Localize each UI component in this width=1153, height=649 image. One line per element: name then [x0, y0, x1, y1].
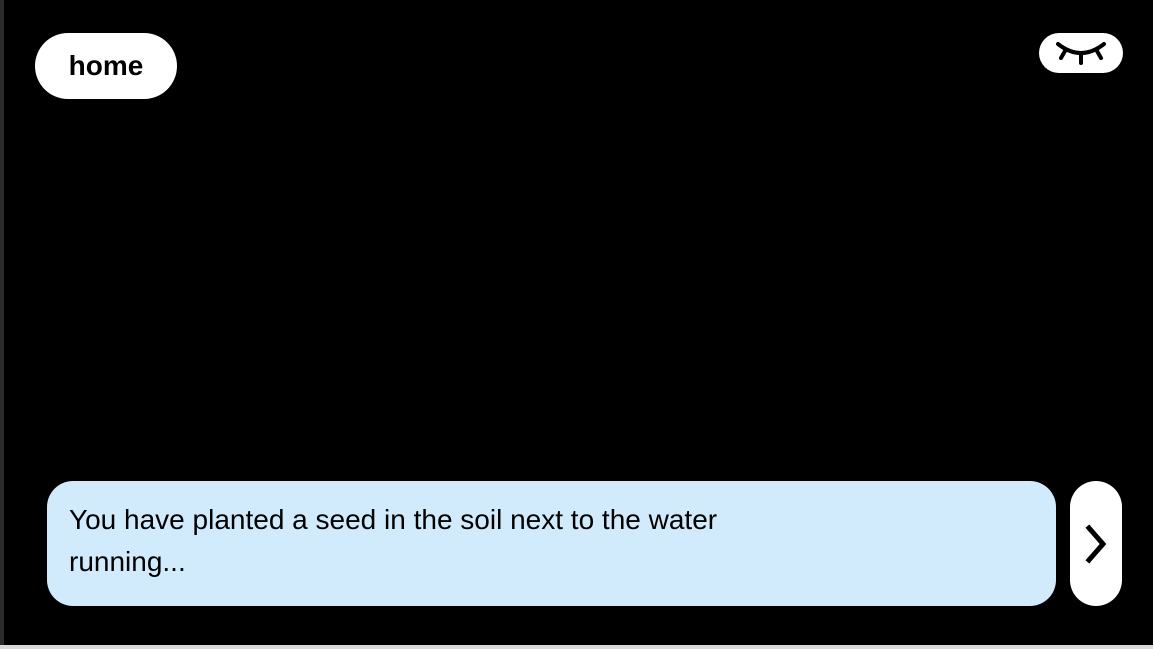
closed-eye-icon: [1056, 42, 1106, 65]
dialog-text: You have planted a seed in the soil next…: [69, 504, 718, 577]
home-button[interactable]: home: [35, 33, 177, 99]
chevron-right-icon: [1085, 523, 1107, 564]
dialog-box: You have planted a seed in the soil next…: [47, 481, 1056, 606]
next-button[interactable]: [1070, 481, 1122, 606]
hide-ui-toggle-button[interactable]: [1039, 33, 1123, 73]
game-stage: home You have planted a seed in the soil…: [4, 0, 1153, 645]
bottom-border: [0, 645, 1153, 649]
